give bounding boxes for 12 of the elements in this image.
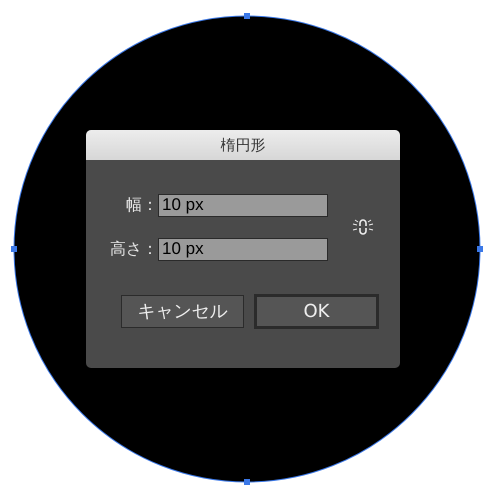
dialog-button[interactable]: キャンセル xyxy=(121,295,244,328)
unlinked-chain-icon[interactable] xyxy=(352,218,374,236)
input-field[interactable]: 10 px xyxy=(158,238,328,260)
dialog-button[interactable]: OK xyxy=(254,294,379,329)
selection-handle[interactable] xyxy=(477,246,483,252)
selection-handle[interactable] xyxy=(244,13,250,19)
input-field[interactable]: 10 px xyxy=(158,194,328,216)
dialog-title: 楕円形 xyxy=(86,130,400,160)
field-label: 幅： xyxy=(125,194,158,216)
field-label: 高さ： xyxy=(109,238,158,260)
selection-handle[interactable] xyxy=(244,479,250,485)
selection-handle[interactable] xyxy=(11,246,17,252)
